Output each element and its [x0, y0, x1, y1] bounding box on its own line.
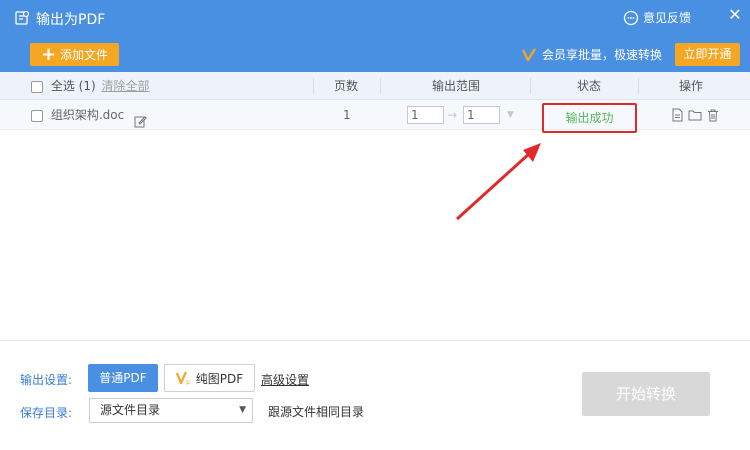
status-badge: 输出成功: [542, 103, 637, 133]
feedback-link[interactable]: 意见反馈: [623, 9, 691, 26]
select-all-cell: 全选 (1) 清除全部: [31, 72, 150, 100]
add-file-button[interactable]: + 添加文件: [30, 43, 119, 66]
feedback-icon: [623, 10, 639, 25]
range-from-input[interactable]: 1: [407, 106, 444, 124]
output-settings-label: 输出设置:: [20, 373, 73, 387]
start-convert-button[interactable]: 开始转换: [582, 372, 710, 416]
title-bar: 输出为PDF 意见反馈 ✕ + 添加文件 会员享批量，极速转换 立即开通: [0, 0, 750, 72]
plus-icon: +: [40, 43, 57, 65]
column-divider: [638, 78, 639, 94]
chevron-down-icon: ▼: [239, 405, 246, 415]
file-name-cell: 组织架构.doc: [31, 100, 147, 130]
vip-promo-text: 会员享批量，极速转换: [542, 48, 663, 62]
open-file-icon[interactable]: [670, 108, 684, 122]
pure-image-pdf-label: 纯图PDF: [195, 371, 244, 386]
column-divider: [530, 78, 531, 94]
normal-pdf-button[interactable]: 普通PDF: [88, 364, 158, 392]
svg-text:p: p: [186, 379, 190, 385]
vip-activate-button[interactable]: 立即开通: [675, 43, 740, 66]
column-divider: [380, 78, 381, 94]
table-header: 全选 (1) 清除全部 页数 输出范围 状态 操作: [0, 72, 750, 100]
save-dir-hint: 跟源文件相同目录: [268, 405, 365, 419]
advanced-settings-link[interactable]: 高级设置: [261, 371, 309, 388]
vip-promo: 会员享批量，极速转换: [522, 46, 662, 63]
status-header: 状态: [577, 79, 602, 93]
pdf-export-icon: [14, 10, 30, 26]
select-all-checkbox[interactable]: [31, 80, 43, 93]
open-folder-icon[interactable]: [688, 108, 702, 122]
actions-header: 操作: [679, 79, 704, 93]
save-dir-select[interactable]: 源文件目录 ▼: [89, 398, 253, 423]
clear-all-link[interactable]: 清除全部: [101, 79, 149, 93]
delete-icon[interactable]: [706, 108, 720, 122]
range-header: 输出范围: [432, 79, 481, 93]
row-actions: [670, 108, 720, 122]
range-to-input[interactable]: 1: [463, 106, 500, 124]
feedback-label: 意见反馈: [643, 11, 692, 25]
window-title: 输出为PDF: [36, 12, 106, 28]
save-dir-label: 保存目录:: [20, 406, 73, 420]
range-dropdown-icon[interactable]: ▼: [507, 106, 514, 124]
close-icon[interactable]: ✕: [727, 6, 743, 24]
add-file-label: 添加文件: [60, 48, 109, 62]
pages-header: 页数: [334, 79, 359, 93]
column-divider: [313, 78, 314, 94]
page-count: 1: [343, 108, 351, 122]
save-dir-value: 源文件目录: [100, 403, 161, 417]
pure-image-pdf-button[interactable]: p 纯图PDF: [164, 364, 255, 392]
rename-edit-icon[interactable]: [134, 109, 147, 128]
vip-badge-icon: [522, 47, 536, 61]
range-arrow-icon: →: [447, 108, 458, 122]
row-checkbox[interactable]: [31, 109, 43, 122]
table-row[interactable]: 组织架构.doc 1 1 → 1 ▼: [0, 100, 750, 130]
vip-badge-icon: p: [175, 371, 190, 385]
file-name: 组织架构.doc: [50, 108, 125, 122]
select-all-label: 全选 (1): [50, 79, 96, 93]
